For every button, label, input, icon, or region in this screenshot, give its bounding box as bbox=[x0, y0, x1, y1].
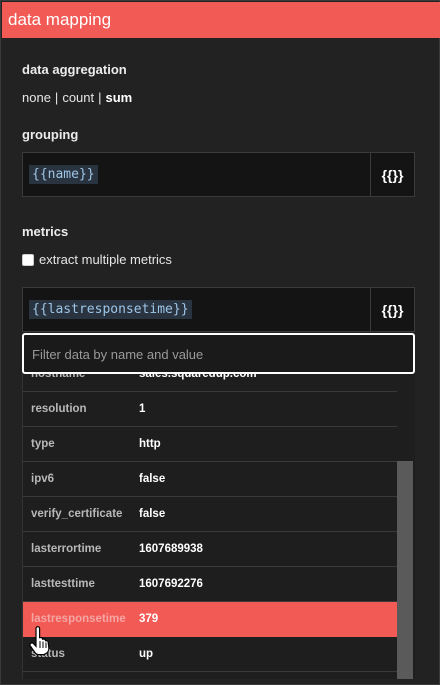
property-value: sales.squaredup.com bbox=[139, 374, 257, 380]
property-value: 379 bbox=[139, 613, 159, 625]
aggregation-separator: | bbox=[98, 90, 102, 105]
property-rows: hostname sales.squaredup.com resolution 1 ty… bbox=[23, 374, 397, 672]
property-key: lastresponsetime bbox=[31, 613, 126, 625]
aggregation-separator: | bbox=[54, 90, 59, 105]
property-key: lasterrortime bbox=[31, 543, 102, 555]
panel-header: data mapping bbox=[2, 2, 440, 38]
property-row-ipv6[interactable]: ipv6 false bbox=[23, 462, 397, 497]
property-key: ipv6 bbox=[31, 473, 55, 485]
filter-box[interactable] bbox=[22, 333, 415, 374]
metrics-field[interactable]: {{lastresponsetime}} {{}} bbox=[22, 287, 415, 332]
grouping-token: {{name}} bbox=[29, 165, 98, 184]
property-value: 1607692276 bbox=[139, 578, 203, 590]
property-row-lastresponsetime[interactable]: lastresponsetime 379 bbox=[23, 602, 397, 637]
aggregation-option-count[interactable]: count bbox=[62, 90, 94, 105]
property-value: http bbox=[139, 438, 161, 450]
extract-multiple-metrics-label: extract multiple metrics bbox=[39, 252, 172, 267]
property-list: hostname sales.squaredup.com resolution 1 ty… bbox=[22, 374, 415, 679]
property-list-scrollbar[interactable] bbox=[397, 374, 413, 679]
property-key: hostname bbox=[31, 374, 86, 380]
property-value: up bbox=[139, 648, 154, 660]
property-key: status bbox=[31, 648, 65, 660]
property-row-type[interactable]: type http bbox=[23, 427, 397, 462]
metrics-token: {{lastresponsetime}} bbox=[29, 300, 192, 319]
extract-multiple-metrics[interactable]: extract multiple metrics bbox=[22, 252, 172, 267]
property-row-lasterrortime[interactable]: lasterrortime 1607689938 bbox=[23, 532, 397, 567]
data-mapping-panel: data mapping data aggregation none | count… bbox=[0, 0, 440, 685]
extract-multiple-metrics-checkbox[interactable] bbox=[22, 253, 34, 266]
property-row-status[interactable]: status up bbox=[23, 637, 397, 672]
metrics-picker-button[interactable]: {{}} bbox=[371, 288, 414, 331]
property-key: resolution bbox=[31, 403, 87, 415]
metrics-label: metrics bbox=[22, 224, 69, 239]
panel-title: data mapping bbox=[8, 10, 112, 29]
filter-input[interactable] bbox=[32, 344, 402, 364]
grouping-field[interactable]: {{name}} {{}} bbox=[22, 152, 415, 197]
scrollbar-thumb[interactable] bbox=[397, 461, 413, 679]
property-row-resolution[interactable]: resolution 1 bbox=[23, 392, 397, 427]
aggregation-option-sum[interactable]: sum bbox=[106, 90, 133, 105]
property-value: false bbox=[139, 473, 166, 485]
grouping-picker-button[interactable]: {{}} bbox=[371, 153, 414, 196]
property-value: false bbox=[139, 508, 166, 520]
property-value: 1607689938 bbox=[139, 543, 203, 555]
property-key: type bbox=[31, 438, 55, 450]
property-row-lasttesttime[interactable]: lasttesttime 1607692276 bbox=[23, 567, 397, 602]
property-key: lasttesttime bbox=[31, 578, 95, 590]
aggregation-options: none | count | sum bbox=[22, 90, 132, 105]
aggregation-option-none[interactable]: none bbox=[22, 90, 51, 105]
property-row-hostname[interactable]: hostname sales.squaredup.com bbox=[23, 374, 397, 392]
aggregation-label: data aggregation bbox=[22, 62, 127, 77]
grouping-label: grouping bbox=[22, 127, 79, 142]
property-key: verify_certificate bbox=[31, 508, 123, 520]
property-row-verify-certificate[interactable]: verify_certificate false bbox=[23, 497, 397, 532]
property-value: 1 bbox=[139, 403, 146, 415]
